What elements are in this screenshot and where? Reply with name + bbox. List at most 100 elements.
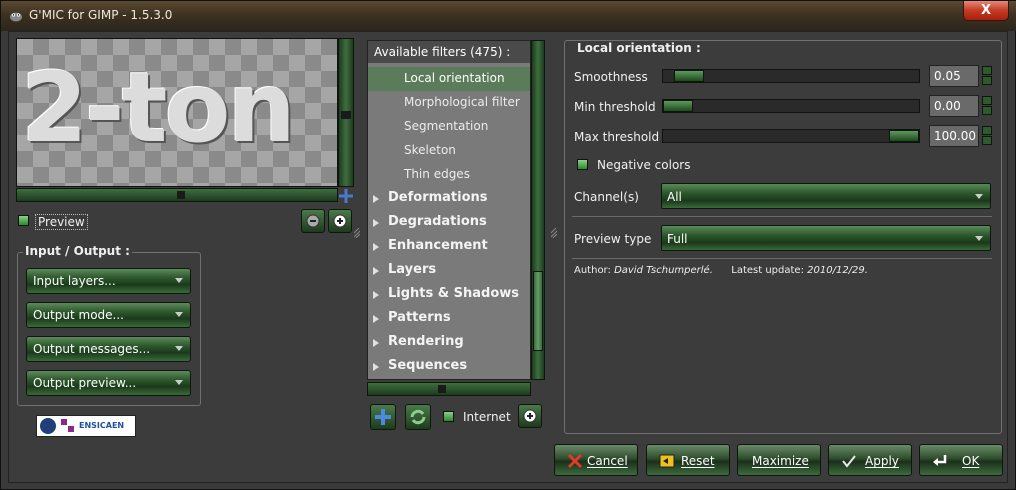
max-threshold-slider[interactable] bbox=[662, 129, 920, 143]
filter-tree[interactable]: Available filters (475) : Local orientat… bbox=[367, 40, 531, 380]
cnrs-logo-icon bbox=[40, 418, 56, 434]
parameters-title: Local orientation : bbox=[573, 41, 705, 55]
smoothness-value-input[interactable]: 0.05 bbox=[929, 65, 979, 87]
min-threshold-value-input[interactable]: 0.00 bbox=[929, 95, 979, 117]
filter-tree-header: Available filters (475) : bbox=[368, 41, 530, 63]
zoom-out-button[interactable] bbox=[301, 209, 325, 233]
refresh-filters-button[interactable] bbox=[405, 404, 431, 430]
dropdown-arrow-icon bbox=[175, 346, 183, 351]
button-label: Cancel bbox=[587, 454, 628, 468]
zoom-in-icon bbox=[523, 409, 537, 423]
preview-image[interactable]: 2-ton bbox=[16, 38, 338, 187]
category-rendering[interactable]: Rendering bbox=[368, 331, 530, 355]
expand-arrow-icon bbox=[373, 339, 379, 347]
filter-item-segmentation[interactable]: Segmentation bbox=[368, 115, 530, 139]
max-threshold-value-input[interactable]: 100.00 bbox=[929, 125, 979, 147]
expand-all-button[interactable] bbox=[518, 404, 542, 428]
slider-handle[interactable] bbox=[663, 100, 693, 112]
output-messages-button[interactable]: Output messages... bbox=[26, 336, 191, 362]
min-threshold-slider[interactable] bbox=[662, 99, 920, 113]
button-label: Maximize bbox=[752, 454, 809, 468]
filter-tree-vertical-scrollbar[interactable] bbox=[531, 40, 545, 380]
preview-type-combo[interactable]: Full bbox=[661, 225, 991, 251]
separator bbox=[572, 258, 992, 259]
category-lights-shadows[interactable]: Lights & Shadows bbox=[368, 283, 530, 307]
filter-tree-horizontal-scrollbar[interactable] bbox=[367, 382, 531, 396]
scroll-thumb[interactable] bbox=[533, 271, 543, 351]
ok-button[interactable]: OK bbox=[919, 444, 1003, 476]
reset-button[interactable]: Reset bbox=[646, 444, 730, 476]
filter-item-morphological[interactable]: Morphological filter bbox=[368, 91, 530, 115]
author-label: Author: bbox=[574, 265, 611, 276]
category-sequences[interactable]: Sequences bbox=[368, 355, 530, 379]
scroll-thumb[interactable] bbox=[341, 111, 351, 119]
category-label: Deformations bbox=[388, 190, 488, 205]
dropdown-arrow-icon bbox=[975, 194, 983, 199]
combo-value: Full bbox=[667, 232, 688, 246]
button-label: Input layers... bbox=[33, 274, 116, 288]
dropdown-arrow-icon bbox=[175, 278, 183, 283]
greyc-logo-icon bbox=[61, 419, 74, 432]
pane-resize-grip-right[interactable] bbox=[551, 228, 557, 238]
dropdown-arrow-icon bbox=[975, 236, 983, 241]
zoom-in-button[interactable] bbox=[328, 209, 352, 233]
apply-button[interactable]: Apply bbox=[828, 444, 912, 476]
add-filter-button[interactable] bbox=[370, 404, 396, 430]
cancel-button[interactable]: Cancel bbox=[554, 444, 638, 476]
category-enhancement[interactable]: Enhancement bbox=[368, 235, 530, 259]
reset-icon bbox=[659, 454, 675, 468]
button-label: Reset bbox=[681, 454, 715, 468]
dialog-body: 2-ton Preview Input / Output : Input lay… bbox=[8, 31, 1008, 483]
slider-handle[interactable] bbox=[674, 70, 705, 82]
preview-checkbox-label: Preview bbox=[35, 214, 88, 230]
category-label: Lights & Shadows bbox=[388, 286, 520, 301]
category-label: Enhancement bbox=[388, 238, 488, 253]
negative-colors-checkbox[interactable] bbox=[577, 159, 588, 170]
expand-arrow-icon bbox=[373, 243, 379, 251]
ensicaen-logo[interactable]: ENSICAEN bbox=[36, 415, 136, 437]
expand-arrow-icon bbox=[373, 363, 379, 371]
scroll-thumb[interactable] bbox=[438, 385, 446, 393]
slider-handle[interactable] bbox=[889, 130, 919, 142]
button-label: Output preview... bbox=[33, 376, 137, 390]
filter-item-skeleton[interactable]: Skeleton bbox=[368, 139, 530, 163]
preview-horizontal-scrollbar[interactable] bbox=[16, 188, 338, 202]
zoom-in-icon bbox=[333, 214, 347, 228]
filter-item-thin-edges[interactable]: Thin edges bbox=[368, 163, 530, 187]
close-button[interactable]: X bbox=[963, 1, 1009, 21]
category-label: Degradations bbox=[388, 214, 487, 229]
gimp-app-icon bbox=[10, 12, 22, 22]
channels-combo[interactable]: All bbox=[661, 183, 991, 209]
smoothness-slider[interactable] bbox=[662, 69, 920, 83]
maximize-button[interactable]: Maximize bbox=[737, 444, 821, 476]
category-degradations[interactable]: Degradations bbox=[368, 211, 530, 235]
input-layers-button[interactable]: Input layers... bbox=[26, 268, 191, 294]
button-label: OK bbox=[962, 454, 980, 468]
preview-move-icon[interactable] bbox=[339, 189, 353, 203]
scroll-thumb[interactable] bbox=[177, 191, 185, 199]
window-title: G'MIC for GIMP - 1.5.3.0 bbox=[29, 8, 173, 22]
title-bar: G'MIC for GIMP - 1.5.3.0 X bbox=[1, 1, 1016, 31]
enter-arrow-icon bbox=[933, 455, 947, 466]
pane-resize-grip-left[interactable] bbox=[354, 228, 360, 238]
expand-arrow-icon bbox=[373, 195, 379, 203]
max-threshold-spinner[interactable] bbox=[982, 126, 992, 146]
output-mode-button[interactable]: Output mode... bbox=[26, 302, 191, 328]
category-deformations[interactable]: Deformations bbox=[368, 187, 530, 211]
preview-vertical-scrollbar[interactable] bbox=[338, 38, 354, 187]
filter-item-local-orientation[interactable]: Local orientation bbox=[368, 67, 530, 91]
preview-type-label: Preview type bbox=[574, 232, 652, 246]
category-label: Layers bbox=[388, 262, 437, 277]
gmic-window: G'MIC for GIMP - 1.5.3.0 X 2-ton Preview… bbox=[0, 0, 1016, 490]
min-threshold-spinner[interactable] bbox=[982, 96, 992, 116]
expand-arrow-icon bbox=[373, 315, 379, 323]
output-preview-button[interactable]: Output preview... bbox=[26, 370, 191, 396]
preview-checkbox[interactable] bbox=[18, 215, 29, 226]
internet-label: Internet bbox=[463, 410, 511, 424]
category-label: Rendering bbox=[388, 334, 464, 349]
smoothness-spinner[interactable] bbox=[982, 66, 992, 86]
category-layers[interactable]: Layers bbox=[368, 259, 530, 283]
category-label: Sequences bbox=[388, 358, 468, 373]
category-patterns[interactable]: Patterns bbox=[368, 307, 530, 331]
internet-checkbox[interactable] bbox=[443, 411, 454, 422]
